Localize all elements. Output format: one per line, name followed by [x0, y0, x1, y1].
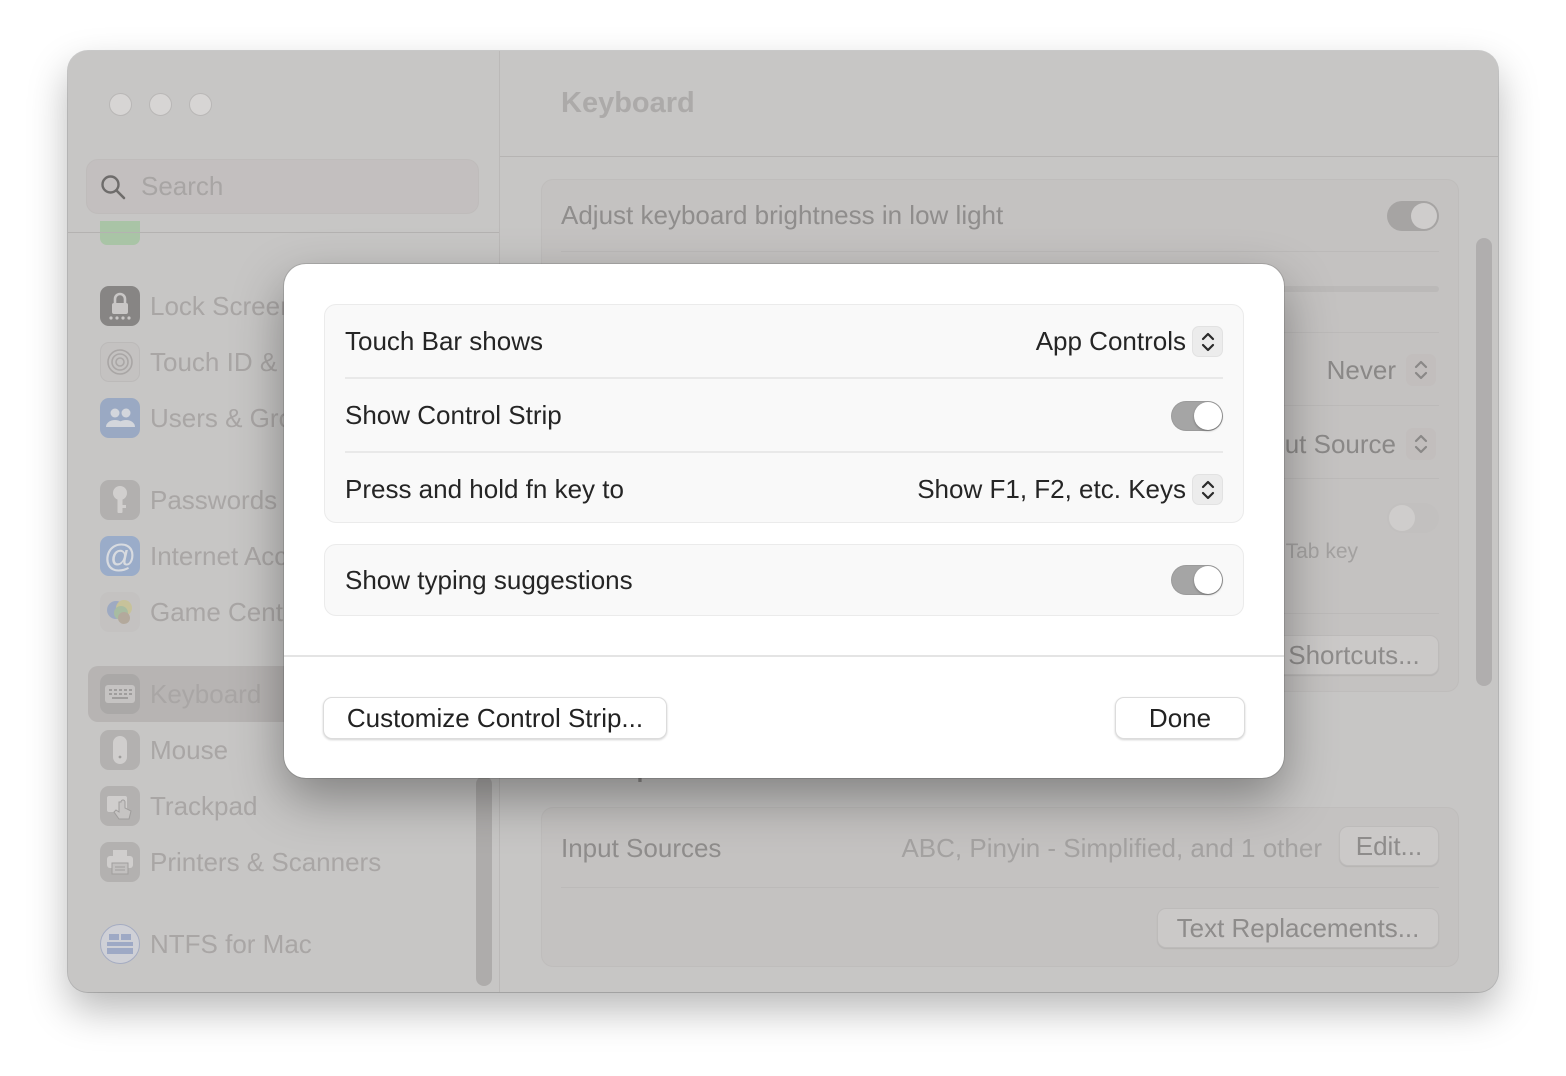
chevron-up-down-icon: [1201, 480, 1214, 499]
typing-suggestions-row: Show typing suggestions: [345, 545, 1223, 615]
touch-bar-shows-popup[interactable]: App Controls: [1036, 326, 1223, 357]
adjust-brightness-toggle[interactable]: [1387, 201, 1439, 231]
touch-bar-settings-sheet: Touch Bar shows App Controls Show Contro…: [284, 264, 1284, 778]
typing-suggestions-toggle[interactable]: [1171, 565, 1223, 595]
adjust-brightness-label: Adjust keyboard brightness in low light: [561, 200, 1004, 230]
press-hold-fn-label: Press and hold fn key to: [345, 474, 624, 504]
sidebar-item-printers-scanners[interactable]: Printers & Scanners: [88, 834, 478, 890]
sidebar-scrollbar[interactable]: [476, 776, 492, 986]
edit-input-sources-button[interactable]: Edit...: [1339, 826, 1439, 866]
typing-suggestions-label: Show typing suggestions: [345, 564, 633, 595]
sidebar-item-label: Trackpad: [150, 790, 258, 821]
search-input[interactable]: [141, 171, 441, 202]
typing-suggestions-card: Show typing suggestions: [324, 544, 1244, 616]
input-sources-label: Input Sources: [561, 833, 722, 863]
mouse-icon: [100, 730, 140, 770]
chevron-up-down-icon: [1414, 434, 1428, 454]
minimize-window-button[interactable]: [149, 93, 172, 116]
sidebar-item-label: Keyboard: [150, 678, 262, 709]
show-control-strip-row: Show Control Strip: [345, 379, 1223, 452]
search-icon: [101, 174, 126, 199]
customize-control-strip-button[interactable]: Customize Control Strip...: [323, 697, 667, 739]
fn-key-value: ut Source: [1284, 429, 1396, 459]
chevron-up-down-icon: [1201, 332, 1214, 351]
show-control-strip-label: Show Control Strip: [345, 400, 562, 430]
fingerprint-icon: [100, 342, 140, 382]
press-hold-fn-row: Press and hold fn key to Show F1, F2, et…: [345, 453, 1223, 526]
touch-bar-shows-label: Touch Bar shows: [345, 326, 543, 356]
search-field[interactable]: [86, 159, 479, 214]
sidebar-item-ntfs-for-mac[interactable]: NTFS for Mac: [88, 916, 478, 972]
keyboard-navigation-hint: Tab key: [1285, 540, 1358, 563]
sidebar-item-label: Mouse: [150, 734, 229, 765]
traffic-lights: [109, 93, 212, 116]
sidebar-item-label: NTFS for Mac: [150, 928, 312, 959]
sidebar-item-label: Printers & Scanners: [150, 846, 382, 877]
zoom-window-button[interactable]: [189, 93, 212, 116]
lock-icon: [100, 286, 140, 326]
header-divider: [500, 156, 1498, 157]
sheet-footer-divider: [284, 655, 1284, 657]
text-replacements-button[interactable]: Text Replacements...: [1157, 908, 1439, 948]
sidebar-item-label: Game Center: [150, 596, 307, 627]
close-window-button[interactable]: [109, 93, 132, 116]
show-control-strip-toggle[interactable]: [1171, 400, 1223, 431]
done-button[interactable]: Done: [1115, 697, 1245, 739]
main-scrollbar[interactable]: [1476, 238, 1492, 686]
touch-bar-shows-row: Touch Bar shows App Controls: [345, 305, 1223, 378]
trackpad-icon: [100, 786, 140, 826]
sidebar-item-trackpad[interactable]: Trackpad: [88, 778, 478, 834]
sidebar-item-label: Passwords: [150, 484, 278, 515]
touch-bar-shows-value: App Controls: [1035, 326, 1186, 356]
ntfs-icon: [100, 924, 140, 964]
game-center-icon: [100, 592, 140, 632]
input-sources-value: ABC, Pinyin - Simplified, and 1 other: [901, 833, 1322, 863]
sidebar-divider: [68, 232, 499, 233]
chevron-up-down-icon: [1414, 360, 1428, 380]
backlight-off-value: Never: [1326, 355, 1396, 385]
press-hold-fn-value: Show F1, F2, etc. Keys: [917, 474, 1186, 504]
backlight-off-stepper[interactable]: [1406, 354, 1436, 386]
at-sign-icon: @: [100, 536, 140, 576]
sidebar-item-label: Lock Screen: [150, 290, 295, 321]
text-input-card: Input Sources ABC, Pinyin - Simplified, …: [541, 807, 1459, 967]
users-icon: [100, 398, 140, 438]
keyboard-shortcuts-button[interactable]: Shortcuts...: [1269, 635, 1439, 675]
key-icon: [100, 480, 140, 520]
press-hold-fn-popup[interactable]: Show F1, F2, etc. Keys: [917, 474, 1223, 505]
battery-icon: [100, 221, 140, 245]
printer-icon: [100, 842, 140, 882]
touch-bar-settings-card: Touch Bar shows App Controls Show Contro…: [324, 304, 1244, 523]
keyboard-icon: [100, 674, 140, 714]
page-title: Keyboard: [561, 87, 695, 119]
fn-key-stepper[interactable]: [1406, 428, 1436, 460]
keyboard-navigation-toggle[interactable]: [1387, 503, 1439, 533]
